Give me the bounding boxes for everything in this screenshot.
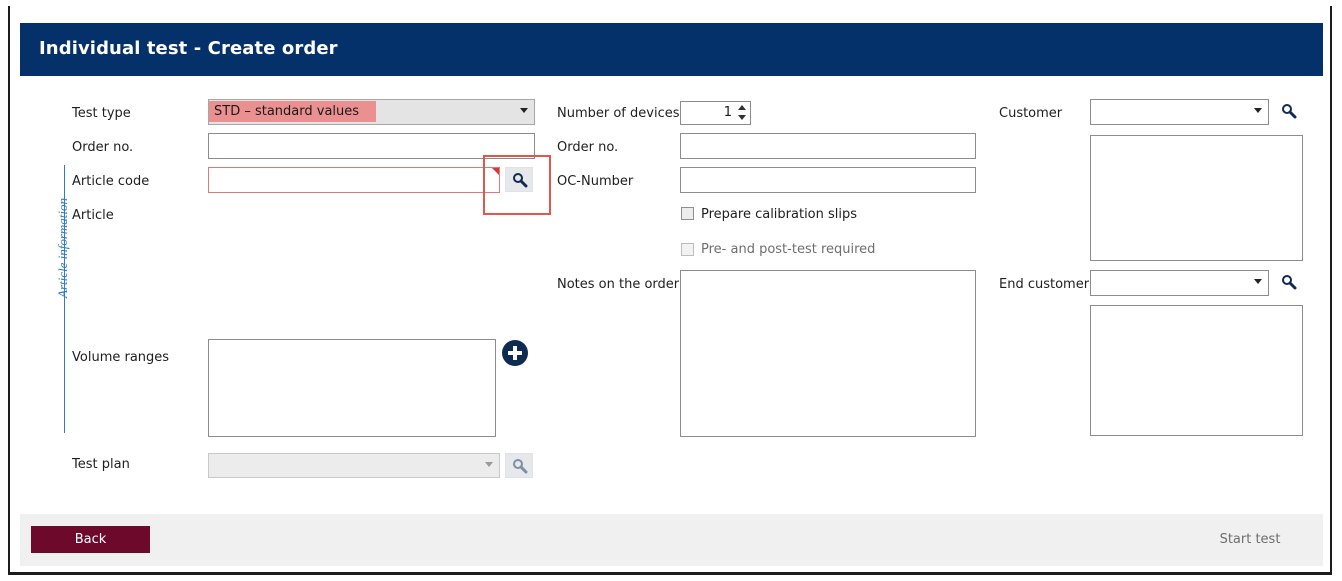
end-customer-dropdown[interactable] [1090, 270, 1269, 296]
article-code-input[interactable] [208, 167, 500, 193]
volume-ranges-list[interactable] [208, 339, 496, 437]
chevron-up-icon [738, 105, 746, 110]
prepare-calibration-slips-checkbox[interactable] [681, 207, 694, 220]
test-type-label: Test type [72, 106, 131, 121]
pre-post-test-label[interactable]: Pre- and post-test required [701, 242, 875, 257]
add-volume-range-button[interactable] [502, 340, 528, 366]
article-information-label: Article information [55, 197, 70, 298]
order-no-label: Order no. [72, 140, 134, 155]
search-icon [513, 459, 528, 474]
stepper-arrows-icon[interactable] [736, 104, 748, 122]
footer-bar: Back Start test [20, 514, 1323, 566]
chevron-down-icon [738, 115, 746, 120]
end-customer-search-button[interactable] [1275, 270, 1303, 295]
oc-number-label: OC-Number [557, 174, 634, 189]
test-type-dropdown[interactable]: STD – standard values [208, 99, 535, 125]
title-bar: Individual test - Create order [20, 23, 1323, 76]
order-no-2-label: Order no. [557, 140, 619, 155]
window-frame-bottom [8, 572, 1332, 575]
test-type-value: STD – standard values [209, 101, 376, 122]
page-title: Individual test - Create order [39, 38, 338, 59]
end-customer-details-box [1090, 305, 1303, 436]
test-plan-label: Test plan [72, 457, 130, 472]
number-of-devices-label: Number of devices [557, 106, 680, 121]
article-label: Article [72, 208, 114, 223]
start-test-button[interactable]: Start test [1200, 526, 1300, 553]
test-plan-search-button[interactable] [505, 453, 533, 478]
customer-details-box [1090, 135, 1303, 261]
article-code-label: Article code [72, 174, 150, 189]
chevron-down-icon [1254, 108, 1262, 113]
chevron-down-icon [485, 462, 493, 467]
test-plan-dropdown[interactable] [208, 453, 500, 478]
oc-number-input[interactable] [680, 167, 976, 193]
notes-label: Notes on the order [557, 277, 680, 292]
annotation-highlight-box [483, 155, 551, 215]
pre-post-test-checkbox[interactable] [681, 243, 694, 256]
number-of-devices-stepper[interactable]: 1 [680, 101, 751, 125]
chevron-down-icon [520, 108, 528, 113]
search-icon [1282, 104, 1297, 119]
search-icon [1282, 275, 1297, 290]
customer-label: Customer [999, 106, 1063, 121]
end-customer-label: End customer [999, 277, 1090, 292]
number-of-devices-value: 1 [723, 105, 732, 120]
chevron-down-icon [1254, 279, 1262, 284]
order-no-2-input[interactable] [680, 133, 976, 159]
customer-search-button[interactable] [1275, 99, 1303, 124]
notes-textarea[interactable] [680, 270, 976, 437]
back-button[interactable]: Back [31, 526, 150, 553]
volume-ranges-label: Volume ranges [72, 350, 170, 365]
prepare-calibration-slips-label[interactable]: Prepare calibration slips [701, 207, 857, 222]
customer-dropdown[interactable] [1090, 99, 1269, 125]
